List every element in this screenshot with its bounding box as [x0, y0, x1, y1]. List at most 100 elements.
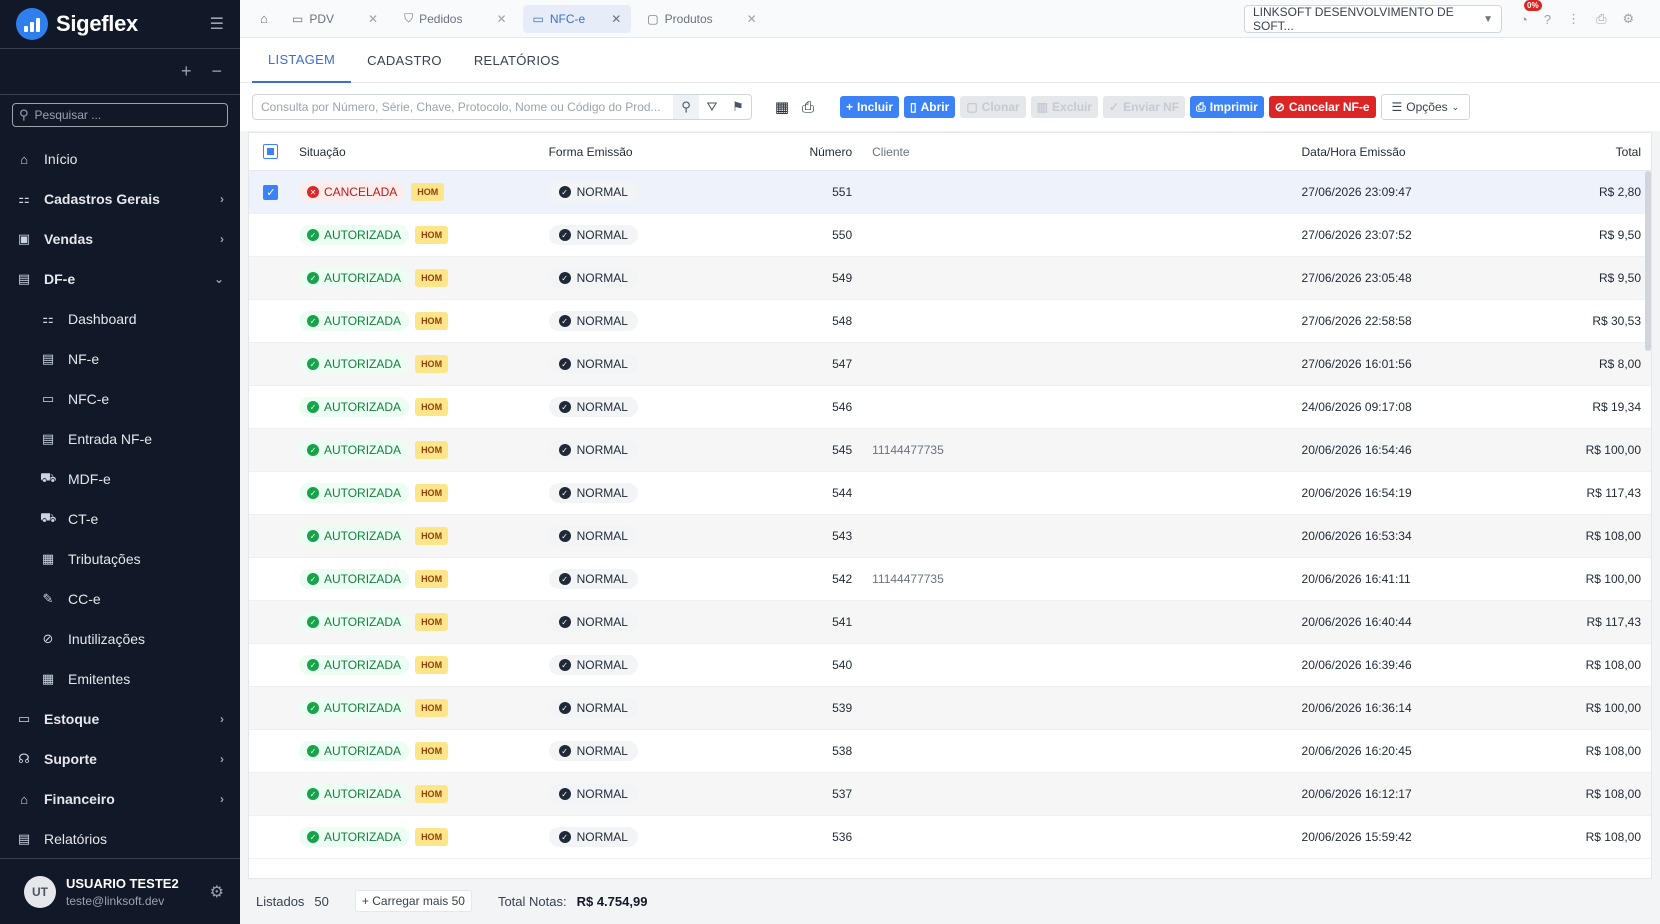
header-forma-emissao[interactable]: Forma Emissão: [543, 145, 763, 159]
filter-icon[interactable]: ⛛: [699, 95, 725, 119]
nfce-table: Situação Forma Emissão Número Cliente Da…: [248, 132, 1652, 879]
sidebar-item-cte[interactable]: ⛟ CT-e: [0, 499, 240, 539]
row-checkbox[interactable]: ✓: [263, 184, 279, 200]
table-row[interactable]: ✓ AUTORIZADA HOM ✓ NORMAL 540 20/06/2026 16:39…: [249, 644, 1651, 687]
header-numero[interactable]: Número: [762, 145, 872, 159]
check-circle-icon: ✓: [306, 745, 319, 757]
printer-icon[interactable]: ⎙: [1596, 11, 1606, 27]
table-row[interactable]: ✓ AUTORIZADA HOM ✓ NORMAL 545 11144477735 20/06…: [249, 429, 1651, 472]
tab-listagem[interactable]: LISTAGEM: [252, 38, 352, 83]
table-row[interactable]: ✓ AUTORIZADA HOM ✓ NORMAL 547 27/06/2026 16:01…: [249, 343, 1651, 386]
table-row[interactable]: ✓ AUTORIZADA HOM ✓ NORMAL 544 20/06/2026 16:54…: [249, 472, 1651, 515]
table-row[interactable]: ✓ AUTORIZADA HOM ✓ NORMAL 542 11144477735 20/06…: [249, 558, 1651, 601]
table-row[interactable]: ✓ AUTORIZADA HOM ✓ NORMAL 539 20/06/2026 16:36…: [249, 687, 1651, 730]
settings-icon[interactable]: ⚙: [1623, 11, 1635, 27]
sidebar-item-dfe[interactable]: ▤ DF-e ⌄: [0, 259, 240, 299]
sidebar-item-tributacoes[interactable]: ▦ Tributações: [0, 539, 240, 579]
company-select[interactable]: LINKSOFT DESENVOLVIMENTO DE SOFT... ▼: [1244, 5, 1502, 33]
sidebar-item-dashboard[interactable]: ⚏ Dashboard: [0, 299, 240, 339]
tab-relatorios[interactable]: RELATÓRIOS: [458, 38, 576, 83]
sidebar-item-suporte[interactable]: ☊ Suporte ›: [0, 739, 240, 779]
search-icon: ⚲: [19, 107, 29, 122]
tab-produtos[interactable]: ▢ Produtos ✕: [637, 5, 766, 33]
sidebar-item-inicio[interactable]: ⌂ Início: [0, 139, 240, 179]
header-data-hora[interactable]: Data/Hora Emissão: [1302, 145, 1542, 159]
close-icon[interactable]: ✕: [496, 12, 506, 26]
table-row[interactable]: ✓ AUTORIZADA HOM ✓ NORMAL 537 20/06/2026 16:12…: [249, 773, 1651, 816]
sidebar-item-inutilizacoes[interactable]: ⊘ Inutilizações: [0, 619, 240, 659]
status-badge: ✓ AUTORIZADA: [298, 483, 410, 503]
cell-data-hora: 20/06/2026 16:20:45: [1301, 744, 1412, 758]
sidebar-item-emitentes[interactable]: ▦ Emitentes: [0, 659, 240, 699]
cell-numero: 536: [832, 830, 853, 844]
user-settings-icon[interactable]: ⚙: [210, 882, 224, 902]
bookmark-icon[interactable]: ⚑: [725, 95, 751, 119]
sidebar-item-financeiro[interactable]: ⌂ Financeiro ›: [0, 779, 240, 819]
header-total[interactable]: Total: [1541, 145, 1651, 159]
table-row[interactable]: ✓ AUTORIZADA HOM ✓ NORMAL 550 27/06/2026 23:07…: [249, 214, 1651, 257]
sidebar-item-label: Dashboard: [68, 311, 137, 327]
close-icon[interactable]: ✕: [611, 12, 621, 26]
help-icon[interactable]: ?: [1544, 12, 1551, 27]
home-icon[interactable]: ⌂: [252, 11, 276, 26]
sidebar-item-entrada-nfe[interactable]: ▤ Entrada NF-e: [0, 419, 240, 459]
sidebar-item-relatorios[interactable]: ▤ Relatórios: [0, 819, 240, 859]
tab-nfce[interactable]: ▭ NFC-e ✕: [522, 4, 632, 33]
header-situacao[interactable]: Situação: [293, 145, 543, 159]
tab-cadastro[interactable]: CADASTRO: [351, 38, 458, 83]
notifications-icon[interactable]: ◔ 0%: [1520, 0, 1542, 27]
nfe-icon: ▤: [41, 351, 55, 366]
incluir-button[interactable]: + Incluir: [840, 96, 900, 118]
sidebar: Sigeflex ☰ + − ⚲ ⌂ Início ⚏ Cadastros Gerai…: [0, 0, 240, 924]
table-row[interactable]: ✓ AUTORIZADA HOM ✓ NORMAL 546 24/06/2026 09:17…: [249, 386, 1651, 429]
imprimir-button[interactable]: ⎙ Imprimir: [1190, 96, 1264, 118]
environment-badge: HOM: [415, 785, 449, 803]
table-row[interactable]: ✓ AUTORIZADA HOM ✓ NORMAL 536 20/06/2026 15:59…: [249, 816, 1651, 859]
sidebar-item-cce[interactable]: ✎ CC-e: [0, 579, 240, 619]
header-cliente[interactable]: Cliente: [872, 145, 1301, 159]
sidebar-item-cadastros-gerais[interactable]: ⚏ Cadastros Gerais ›: [0, 179, 240, 219]
sidebar-item-nfe[interactable]: ▤ NF-e: [0, 339, 240, 379]
table-row[interactable]: ✓ AUTORIZADA HOM ✓ NORMAL 541 20/06/2026 16:40…: [249, 601, 1651, 644]
expand-all-icon[interactable]: +: [181, 61, 192, 82]
select-all-checkbox[interactable]: [263, 144, 279, 159]
clonar-button[interactable]: ▢ Clonar: [960, 96, 1026, 118]
table-view-icon[interactable]: ▦: [770, 98, 794, 116]
cell-numero: 540: [832, 658, 853, 672]
avatar[interactable]: UT: [24, 875, 56, 908]
environment-badge: HOM: [415, 570, 449, 588]
imprimir-icon: ⎙: [1196, 99, 1206, 114]
cancelar-nfe-button[interactable]: ⊘ Cancelar NF-e: [1268, 96, 1376, 118]
sidebar-search-input[interactable]: [34, 108, 215, 122]
close-icon[interactable]: ✕: [368, 12, 378, 26]
table-row[interactable]: ✓ AUTORIZADA HOM ✓ NORMAL 538 20/06/2026 16:20…: [249, 730, 1651, 773]
options-button[interactable]: ☰ Opções ⌄: [1380, 94, 1471, 120]
excluir-button[interactable]: ▥ Excluir: [1030, 96, 1099, 118]
tab-pdv[interactable]: ▭ PDV ✕: [282, 5, 388, 33]
close-icon[interactable]: ✕: [747, 12, 757, 26]
table-row[interactable]: ✓ AUTORIZADA HOM ✓ NORMAL 548 27/06/2026 22:58…: [249, 300, 1651, 343]
sidebar-item-nfce[interactable]: ▭ NFC-e: [0, 379, 240, 419]
check-circle-icon: ✓: [558, 788, 571, 800]
enviar-nf-button[interactable]: ✓ Enviar NF: [1103, 96, 1186, 118]
sidebar-item-estoque[interactable]: ▭ Estoque ›: [0, 699, 240, 739]
search-icon[interactable]: ⚲: [673, 95, 699, 119]
cell-total: R$ 108,00: [1585, 744, 1642, 758]
load-more-button[interactable]: + Carregar mais 50: [354, 890, 472, 912]
scrollbar[interactable]: [1645, 171, 1651, 351]
more-vertical-icon[interactable]: ⋮: [1567, 11, 1580, 27]
search-input[interactable]: [253, 100, 673, 114]
check-circle-icon: ✓: [558, 573, 571, 585]
collapse-sidebar-icon[interactable]: ☰: [210, 14, 224, 34]
check-circle-icon: ✓: [558, 616, 571, 628]
table-row[interactable]: ✓ AUTORIZADA HOM ✓ NORMAL 543 20/06/2026 16:53…: [249, 515, 1651, 558]
table-row[interactable]: ✓ AUTORIZADA HOM ✓ NORMAL 549 27/06/2026 23:05…: [249, 257, 1651, 300]
abrir-button[interactable]: ▯ Abrir: [904, 96, 956, 118]
collapse-all-icon[interactable]: −: [211, 61, 222, 82]
sidebar-item-vendas[interactable]: ▣ Vendas ›: [0, 219, 240, 259]
print-list-icon[interactable]: ⎙: [796, 99, 820, 116]
table-row[interactable]: ✓ ✕ CANCELADA HOM ✓ NORMAL 551 27/06/2026 23:09…: [249, 171, 1651, 214]
sidebar-item-mdfe[interactable]: ⛟ MDF-e: [0, 459, 240, 499]
tab-pedidos[interactable]: ⛉ Pedidos ✕: [394, 5, 516, 33]
cell-total: R$ 100,00: [1585, 701, 1642, 715]
